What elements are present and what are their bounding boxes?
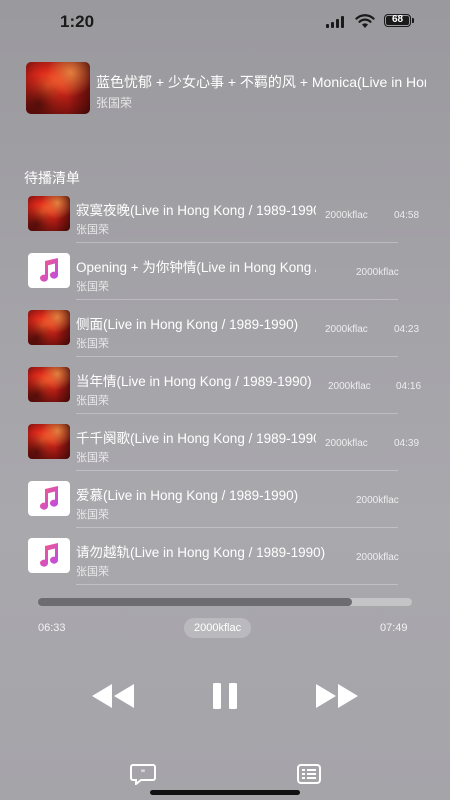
divider [76,584,398,585]
queue-item[interactable]: 当年情(Live in Hong Kong / 1989-1990) 张国荣 2… [0,363,450,420]
cellular-signal-icon [326,16,346,28]
song-title: Opening + 为你钟情(Live in Hong Kong / 1989-… [76,260,316,275]
song-title: 请勿越轨(Live in Hong Kong / 1989-1990) [76,545,326,560]
now-playing-title: 蓝色忧郁 + 少女心事 + 不羁的风 + Monica(Live in Hong… [96,74,426,90]
progress-bar[interactable] [38,598,412,606]
queue-item[interactable]: Opening + 为你钟情(Live in Hong Kong / 1989-… [0,249,450,306]
pause-icon[interactable] [210,680,240,712]
lyrics-bubble-icon[interactable]: " [130,763,156,785]
song-artist: 张国荣 [76,338,109,350]
apple-music-icon [28,538,70,573]
backward-icon[interactable] [88,680,138,712]
queue-item[interactable]: 侧面(Live in Hong Kong / 1989-1990) 张国荣 20… [0,306,450,363]
divider [76,413,398,414]
apple-music-icon [28,481,70,516]
total-time: 07:49 [380,622,408,634]
song-quality: 2000kflac [356,552,399,563]
song-artist: 张国荣 [76,395,109,407]
song-title: 侧面(Live in Hong Kong / 1989-1990) [76,317,299,332]
list-icon[interactable] [296,763,322,785]
song-title: 千千阕歌(Live in Hong Kong / 1989-1990) [76,431,316,446]
forward-icon[interactable] [312,680,362,712]
queue-item[interactable]: 请勿越轨(Live in Hong Kong / 1989-1990) 张国荣 … [0,534,450,591]
song-artist: 张国荣 [76,224,109,236]
song-title: 寂寞夜晚(Live in Hong Kong / 1989-1990) [76,203,316,218]
song-duration: 04:39 [394,438,420,449]
song-artist: 张国荣 [76,566,109,578]
song-title: 当年情(Live in Hong Kong / 1989-1990) [76,374,312,389]
now-playing-header[interactable]: 蓝色忧郁 + 少女心事 + 不羁的风 + Monica(Live in Hong… [26,62,426,118]
status-bar: 1:20 68 [0,0,450,44]
song-duration: 04:58 [394,210,420,221]
song-duration: 04:23 [394,324,420,335]
queue-heading: 待播清单 [24,170,80,186]
song-quality: 2000kflac [356,495,399,506]
song-quality: 2000kflac [325,438,368,449]
queue-item[interactable]: 爱慕(Live in Hong Kong / 1989-1990) 张国荣 20… [0,477,450,534]
album-artwork [28,367,70,402]
song-artist: 张国荣 [76,281,109,293]
song-artist: 张国荣 [76,452,109,464]
queue-item[interactable]: 千千阕歌(Live in Hong Kong / 1989-1990) 张国荣 … [0,420,450,477]
song-artist: 张国荣 [76,509,109,521]
elapsed-time: 06:33 [38,622,66,634]
divider [76,299,398,300]
divider [76,356,398,357]
svg-text:": " [141,769,146,779]
wifi-icon [355,14,375,28]
queue-item[interactable]: 寂寞夜晚(Live in Hong Kong / 1989-1990) 张国荣 … [0,192,450,249]
album-artwork [28,424,70,459]
apple-music-icon [28,253,70,288]
song-quality: 2000kflac [356,267,399,278]
song-quality: 2000kflac [328,381,371,392]
home-indicator [150,790,300,795]
album-artwork [28,196,70,231]
song-quality: 2000kflac [325,210,368,221]
divider [76,470,398,471]
song-duration: 04:16 [396,381,422,392]
battery-tip [412,18,414,23]
status-time: 1:20 [60,12,95,31]
divider [76,527,398,528]
now-playing-artist: 张国荣 [96,96,133,110]
divider [76,242,398,243]
album-artwork [28,310,70,345]
battery-icon: 68 [384,14,411,27]
song-title: 爱慕(Live in Hong Kong / 1989-1990) [76,488,299,503]
quality-badge[interactable]: 2000kflac [184,618,252,638]
song-quality: 2000kflac [325,324,368,335]
battery-level: 68 [391,14,404,25]
progress-fill [38,598,353,606]
now-playing-artwork [26,62,90,114]
